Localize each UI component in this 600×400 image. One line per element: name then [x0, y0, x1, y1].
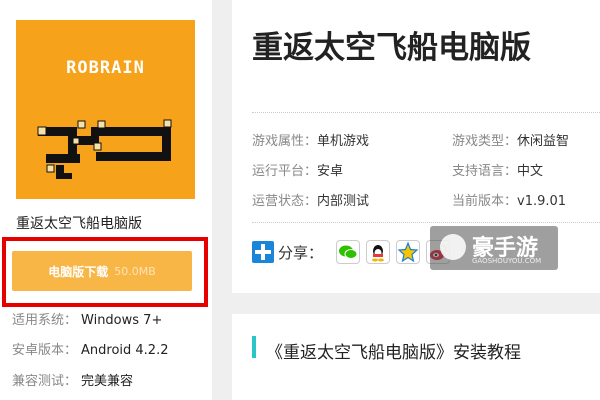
attr-label: 运行平台：: [252, 164, 318, 179]
attr-value: 中文: [517, 164, 544, 179]
attr-platform: 运行平台：安卓: [252, 160, 343, 179]
attr-type: 游戏类型：休闲益智: [452, 130, 569, 149]
spec-label: 适用系统：: [12, 313, 78, 328]
attr-status: 运营状态：内部测试: [252, 190, 369, 209]
spec-system: 适用系统： Windows 7+: [12, 309, 162, 328]
attr-language: 支持语言：中文: [452, 160, 543, 179]
cover-level-art: [37, 119, 172, 179]
share-label: 分享：: [278, 244, 324, 262]
attr-version: 当前版本：v1.9.01: [452, 190, 566, 209]
attr-label: 支持语言：: [452, 164, 518, 179]
pc-download-button[interactable]: 电脑版下载 50.0MB: [12, 251, 192, 291]
attr-property: 游戏属性：单机游戏: [252, 130, 369, 149]
spec-compat: 兼容测试： 完美兼容: [12, 370, 133, 389]
attr-value: v1.9.01: [517, 194, 567, 209]
spec-value: Android 4.2.2: [81, 343, 169, 358]
spec-label: 兼容测试：: [12, 374, 78, 389]
watermark-logo-icon: [440, 234, 466, 260]
attr-label: 游戏属性：: [252, 134, 318, 149]
spec-android: 安卓版本： Android 4.2.2: [12, 339, 169, 358]
spec-label: 安卓版本：: [12, 343, 78, 358]
attr-label: 游戏类型：: [452, 134, 518, 149]
watermark: 豪手游 GAOSHOUYOU.COM: [430, 226, 558, 270]
attr-label: 当前版本：: [452, 194, 518, 209]
page-title: 重返太空飞船电脑版: [252, 30, 531, 66]
attr-value: 内部测试: [317, 194, 370, 209]
qzone-icon[interactable]: [396, 240, 420, 264]
spec-value: Windows 7+: [81, 313, 163, 328]
attr-value: 单机游戏: [317, 134, 370, 149]
attr-value[interactable]: 休闲益智: [517, 134, 569, 149]
watermark-subtext: GAOSHOUYOU.COM: [472, 257, 542, 265]
game-sidebar: ROBRAIN 重返太空飞船电脑版 电脑版下载 50.0MB 适用系统： Win…: [0, 0, 212, 400]
download-size: 50.0MB: [114, 264, 156, 278]
attr-label: 运营状态：: [252, 194, 318, 209]
divider: [252, 222, 600, 223]
wechat-icon[interactable]: [336, 240, 360, 264]
download-label: 电脑版下载: [48, 264, 109, 279]
divider: [252, 112, 600, 113]
install-guide-title[interactable]: 《重返太空飞船电脑版》安装教程: [266, 338, 521, 363]
game-name: 重返太空飞船电脑版: [16, 216, 142, 232]
section-accent-bar: [252, 336, 256, 358]
qq-icon[interactable]: [366, 240, 390, 264]
game-cover-image[interactable]: ROBRAIN: [16, 20, 195, 199]
spec-value: 完美兼容: [81, 374, 134, 389]
share-plus-icon[interactable]: [252, 241, 274, 263]
attr-value: 安卓: [317, 164, 344, 179]
install-guide-card: 《重返太空飞船电脑版》安装教程: [232, 314, 600, 400]
